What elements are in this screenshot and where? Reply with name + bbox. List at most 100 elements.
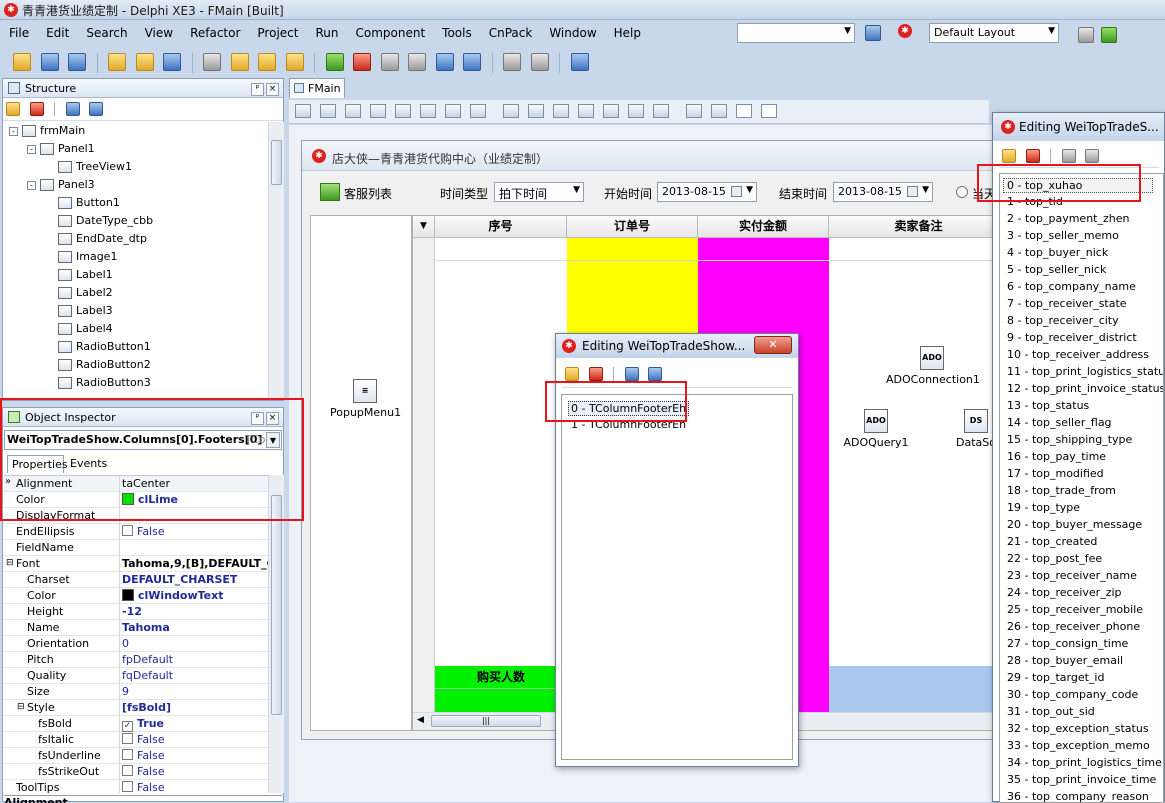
tree-node[interactable]: EndDate_dtp: [45, 232, 147, 250]
property-value[interactable]: Tahoma: [122, 621, 170, 634]
property-value[interactable]: ✓ True: [122, 717, 164, 732]
property-grid[interactable]: Alignment» taCenter Color clLime DisplayForm…: [4, 475, 270, 793]
pause-icon[interactable]: [380, 53, 399, 71]
add-new-icon[interactable]: [1002, 149, 1016, 163]
footers-list[interactable]: 0 - TColumnFooterEh 1 - TColumnFooterEh: [561, 394, 793, 760]
tree-node[interactable]: Image1: [45, 250, 117, 268]
tree-node[interactable]: RadioButton2: [45, 358, 151, 376]
add-to-project-icon[interactable]: [258, 53, 276, 71]
list-item[interactable]: 34 - top_print_logistics_time: [1007, 756, 1162, 769]
set-debug-desktop-icon[interactable]: [1101, 27, 1117, 43]
checkbox-icon[interactable]: [122, 749, 133, 760]
trace-into-icon[interactable]: [435, 53, 454, 71]
property-value[interactable]: -12: [122, 605, 142, 618]
list-item[interactable]: 22 - top_post_fee: [1007, 552, 1102, 565]
scrollbar-thumb[interactable]: [271, 495, 282, 715]
run-without-debug-icon[interactable]: [353, 53, 371, 71]
list-item[interactable]: 31 - top_out_sid: [1007, 705, 1095, 718]
save-icon[interactable]: [163, 53, 181, 71]
close-icon[interactable]: ✕: [754, 336, 792, 354]
shrink-height-icon[interactable]: [603, 104, 619, 118]
new-items-icon[interactable]: [13, 53, 31, 71]
list-item[interactable]: 28 - top_buyer_email: [1007, 654, 1123, 667]
list-item[interactable]: 26 - top_receiver_phone: [1007, 620, 1140, 633]
menu-refactor[interactable]: Refactor: [181, 22, 248, 40]
property-value[interactable]: [fsBold]: [122, 701, 171, 714]
bring-front-icon[interactable]: [686, 104, 702, 118]
tree-node[interactable]: - frmMain: [9, 124, 85, 142]
list-item[interactable]: 16 - top_pay_time: [1007, 450, 1106, 463]
layout-combo[interactable]: Default Layout ▼: [929, 23, 1059, 43]
treeview-area[interactable]: [310, 215, 412, 731]
align-left-icon[interactable]: [295, 104, 311, 118]
property-row[interactable]: Pitch fpDefault: [4, 652, 270, 668]
forward-icon[interactable]: [530, 53, 549, 71]
save-desktop-icon[interactable]: [865, 25, 881, 41]
time-type-combo[interactable]: 拍下时间 ▼: [494, 182, 584, 202]
property-row[interactable]: Font ⊟ Tahoma,9,[B],DEFAULT_CH: [4, 556, 270, 572]
property-row[interactable]: Orientation 0: [4, 636, 270, 652]
checkbox-icon[interactable]: [122, 765, 133, 776]
columns-editor-dialog[interactable]: ✱ Editing WeiTopTradeS... 0 - top_xuhao 1…: [992, 112, 1165, 803]
grid-indicator-header[interactable]: ▼: [413, 216, 435, 238]
size-to-grid-icon[interactable]: [653, 104, 669, 118]
pin-icon[interactable]: ᵖ: [251, 83, 264, 96]
grow-width-icon[interactable]: [578, 104, 594, 118]
align-center-icon[interactable]: [320, 104, 336, 118]
property-row[interactable]: Size 9: [4, 684, 270, 700]
property-value[interactable]: 9: [122, 685, 129, 698]
tree-node[interactable]: Button1: [45, 196, 120, 214]
tree-node[interactable]: - Panel1: [27, 142, 95, 160]
move-down-icon[interactable]: [648, 367, 662, 381]
list-item[interactable]: 20 - top_buyer_message: [1007, 518, 1142, 531]
property-row[interactable]: FieldName: [4, 540, 270, 556]
menu-cnpack[interactable]: CnPack: [480, 22, 541, 40]
cnpack-icon[interactable]: ✱: [898, 24, 912, 38]
list-item[interactable]: 8 - top_receiver_city: [1007, 314, 1119, 327]
move-up-icon[interactable]: [624, 367, 639, 381]
menu-tools[interactable]: Tools: [433, 22, 480, 40]
property-row[interactable]: fsItalic False: [4, 732, 270, 748]
menu-project[interactable]: Project: [248, 22, 306, 40]
open-icon[interactable]: [40, 53, 59, 71]
property-row[interactable]: EndEllipsis False: [4, 524, 270, 540]
list-item[interactable]: 19 - top_type: [1007, 501, 1080, 514]
list-item[interactable]: 4 - top_buyer_nick: [1007, 246, 1108, 259]
tree-node[interactable]: - Panel3: [27, 178, 95, 196]
start-date-picker[interactable]: 2013-08-15 ▼: [657, 182, 757, 202]
column-header[interactable]: 订单号: [567, 216, 698, 238]
service-list-button[interactable]: 客服列表: [344, 185, 392, 202]
list-item[interactable]: 11 - top_print_logistics_status: [1007, 365, 1163, 378]
delete-selected-icon[interactable]: [588, 367, 603, 381]
column-header[interactable]: 卖家备注: [829, 216, 1001, 238]
list-item[interactable]: 21 - top_created: [1007, 535, 1097, 548]
column-footer[interactable]: [829, 666, 1001, 712]
menu-run[interactable]: Run: [306, 22, 346, 40]
component-search-combo[interactable]: ▼: [737, 23, 855, 43]
checkbox-icon[interactable]: [122, 525, 133, 536]
checked-checkbox-icon[interactable]: ✓: [122, 721, 133, 732]
move-down-icon[interactable]: [89, 102, 103, 116]
list-item[interactable]: 7 - top_receiver_state: [1007, 297, 1127, 310]
collapse-icon[interactable]: -: [9, 126, 18, 136]
list-item[interactable]: 13 - top_status: [1007, 399, 1089, 412]
list-item[interactable]: 3 - top_seller_memo: [1007, 229, 1119, 242]
add-all-fields-icon[interactable]: [1061, 149, 1076, 163]
run-icon[interactable]: [325, 53, 344, 71]
list-item[interactable]: 15 - top_shipping_type: [1007, 433, 1132, 446]
stop-icon[interactable]: [408, 53, 426, 71]
step-over-icon[interactable]: [463, 53, 481, 71]
list-item[interactable]: 10 - top_receiver_address: [1007, 348, 1149, 361]
list-item[interactable]: 29 - top_target_id: [1007, 671, 1104, 684]
list-item[interactable]: 33 - top_exception_memo: [1007, 739, 1150, 752]
open-file-icon[interactable]: [135, 53, 154, 71]
list-item[interactable]: 14 - top_seller_flag: [1007, 416, 1112, 429]
inspector-scrollbar[interactable]: [268, 475, 284, 793]
list-item[interactable]: 5 - top_seller_nick: [1007, 263, 1106, 276]
scrollbar-thumb[interactable]: [271, 140, 282, 185]
property-row[interactable]: fsStrikeOut False: [4, 764, 270, 780]
desktop-settings-icon[interactable]: [1078, 27, 1094, 43]
list-item[interactable]: 27 - top_consign_time: [1007, 637, 1128, 650]
collapse-icon[interactable]: ⊟: [17, 702, 25, 712]
collapse-icon[interactable]: ⊟: [6, 558, 14, 568]
